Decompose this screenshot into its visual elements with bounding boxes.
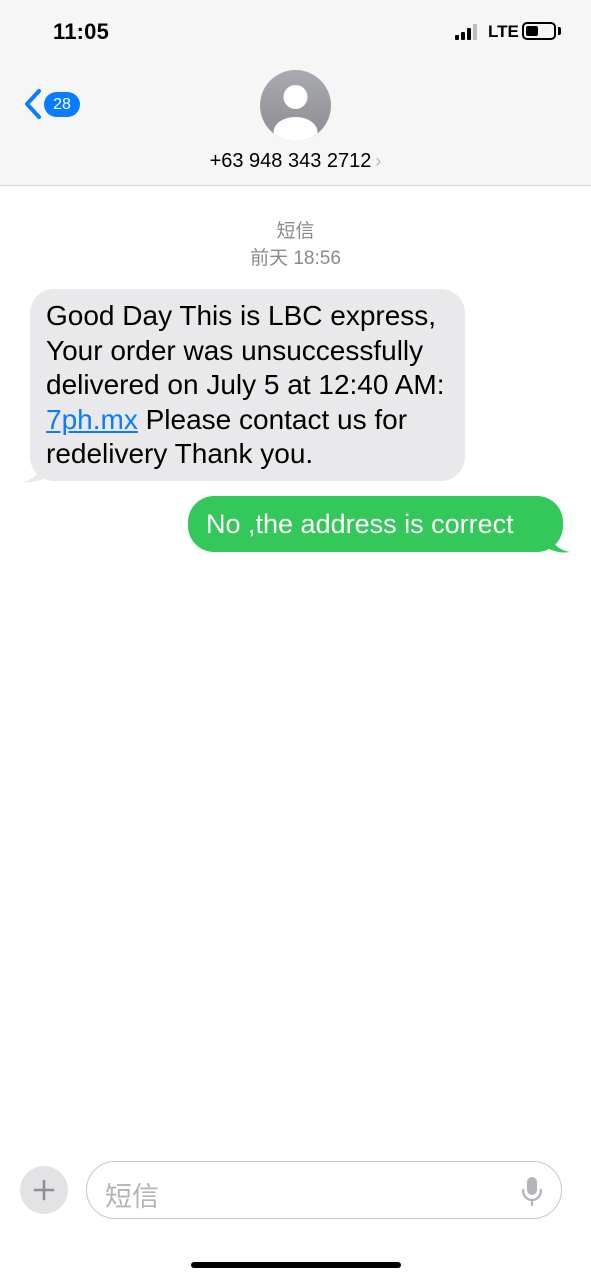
status-bar: 11:05 LTE [0,0,591,62]
message-input-placeholder: 短信 [105,1182,159,1212]
person-icon [273,85,318,141]
service-label: 短信 [276,221,315,242]
outgoing-message-bubble[interactable]: No ,the address is correct [188,496,563,552]
message-timestamp: 前天 18:56 [250,248,341,269]
message-input[interactable]: 短信 [86,1161,562,1219]
incoming-message-text: Good Day This is LBC express, Your order… [46,299,449,472]
status-time: 11:05 [53,19,110,44]
contact-title[interactable]: +63 948 343 2712 › [0,150,591,173]
battery-icon [522,22,556,40]
back-button[interactable]: 28 [22,86,92,122]
microphone-icon[interactable] [521,1176,543,1206]
chevron-right-icon: › [375,151,382,171]
unread-count-badge: 28 [44,92,80,117]
chevron-left-icon [25,89,41,119]
home-indicator[interactable] [191,1262,401,1268]
network-type: LTE [488,22,519,41]
cellular-signal-icon [455,24,481,40]
contact-avatar[interactable] [260,70,331,141]
message-link[interactable]: 7ph.mx [46,404,138,435]
battery-cap [558,27,561,35]
battery-level [526,26,538,36]
contact-number: +63 948 343 2712 [209,150,372,172]
add-attachment-button[interactable] [20,1166,68,1214]
conversation-header: 28 +63 948 343 2712 › [0,62,591,186]
message-text-part: Good Day This is LBC express, Your order… [46,300,445,400]
incoming-message-bubble[interactable]: Good Day This is LBC express, Your order… [30,289,465,481]
plus-icon [33,1179,55,1201]
